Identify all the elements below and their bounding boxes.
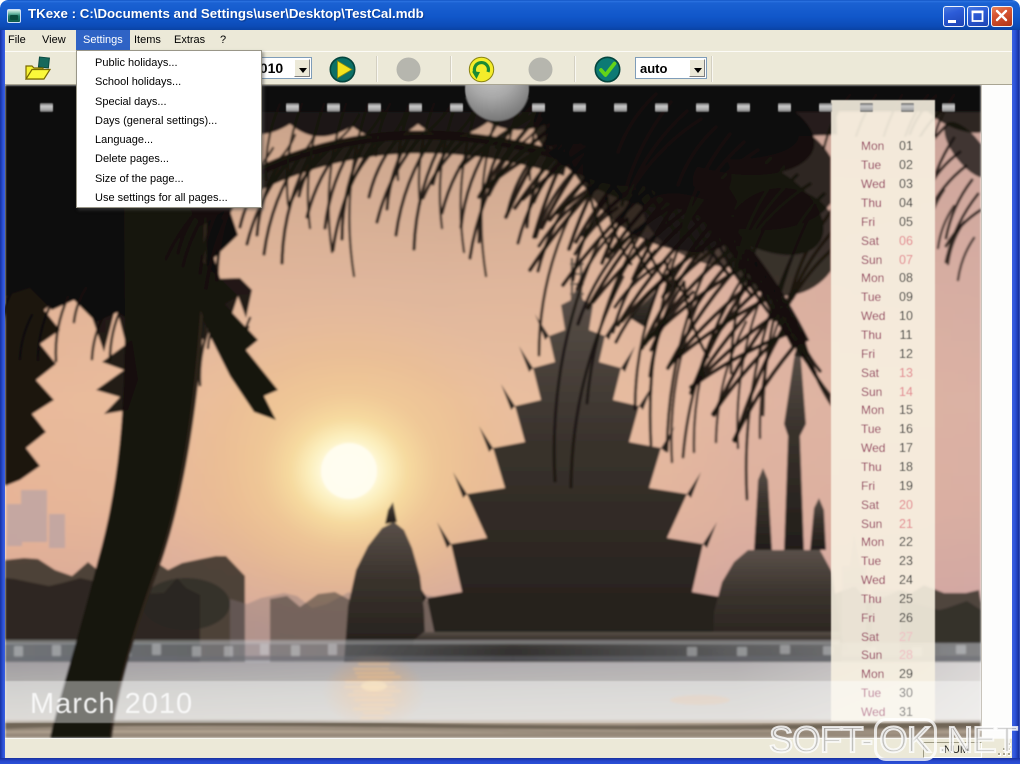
- svg-text:24: 24: [899, 573, 913, 587]
- svg-text:01: 01: [899, 139, 913, 153]
- svg-text:19: 19: [899, 479, 913, 493]
- svg-text:Sun: Sun: [861, 385, 882, 399]
- svg-text:11: 11: [900, 328, 913, 342]
- svg-text:18: 18: [899, 460, 913, 474]
- svg-text:07: 07: [899, 253, 913, 267]
- svg-text:Thu: Thu: [861, 460, 882, 474]
- svg-text:Mon: Mon: [861, 535, 884, 549]
- svg-text:09: 09: [899, 290, 913, 304]
- svg-text:10: 10: [899, 309, 913, 323]
- svg-text:03: 03: [899, 177, 913, 191]
- svg-text:27: 27: [899, 630, 913, 644]
- svg-text:29: 29: [899, 667, 913, 681]
- svg-text:Sun: Sun: [861, 253, 882, 267]
- svg-text:14: 14: [899, 385, 913, 399]
- svg-text:Tue: Tue: [861, 290, 882, 304]
- svg-text:22: 22: [899, 535, 913, 549]
- svg-text:Wed: Wed: [861, 573, 885, 587]
- svg-text:Mon: Mon: [861, 271, 884, 285]
- svg-text:Tue: Tue: [861, 422, 882, 436]
- svg-text:Sat: Sat: [861, 234, 880, 248]
- svg-text:Fri: Fri: [861, 215, 875, 229]
- svg-text:Wed: Wed: [861, 441, 885, 455]
- svg-text:05: 05: [899, 215, 913, 229]
- svg-text:06: 06: [899, 234, 913, 248]
- svg-text:Fri: Fri: [861, 611, 875, 625]
- svg-text:Thu: Thu: [861, 196, 882, 210]
- svg-text:Sun: Sun: [861, 648, 882, 662]
- svg-text:Tue: Tue: [861, 158, 882, 172]
- svg-text:Wed: Wed: [861, 177, 885, 191]
- svg-text:Tue: Tue: [861, 554, 882, 568]
- svg-text:04: 04: [899, 196, 913, 210]
- svg-text:12: 12: [899, 347, 913, 361]
- svg-text:17: 17: [899, 441, 913, 455]
- svg-text:08: 08: [899, 271, 913, 285]
- svg-text:Mon: Mon: [861, 403, 884, 417]
- svg-text:March 2010: March 2010: [30, 688, 193, 720]
- svg-text:Thu: Thu: [861, 592, 882, 606]
- svg-text:Fri: Fri: [861, 347, 875, 361]
- svg-text:23: 23: [899, 554, 913, 568]
- svg-text:Thu: Thu: [861, 328, 882, 342]
- svg-text:Sat: Sat: [861, 366, 880, 380]
- svg-text:16: 16: [899, 422, 913, 436]
- svg-text:02: 02: [899, 158, 913, 172]
- svg-text:Sun: Sun: [861, 517, 882, 531]
- svg-text:26: 26: [899, 611, 913, 625]
- svg-text:Fri: Fri: [861, 479, 875, 493]
- svg-text:Sat: Sat: [861, 630, 880, 644]
- svg-text:20: 20: [899, 498, 913, 512]
- svg-text:28: 28: [899, 648, 913, 662]
- svg-text:Mon: Mon: [861, 139, 884, 153]
- svg-text:Sat: Sat: [861, 498, 880, 512]
- svg-text:13: 13: [899, 366, 913, 380]
- svg-text:25: 25: [899, 592, 913, 606]
- svg-text:21: 21: [899, 517, 913, 531]
- svg-text:Mon: Mon: [861, 667, 884, 681]
- svg-text:Wed: Wed: [861, 309, 885, 323]
- svg-text:15: 15: [899, 403, 913, 417]
